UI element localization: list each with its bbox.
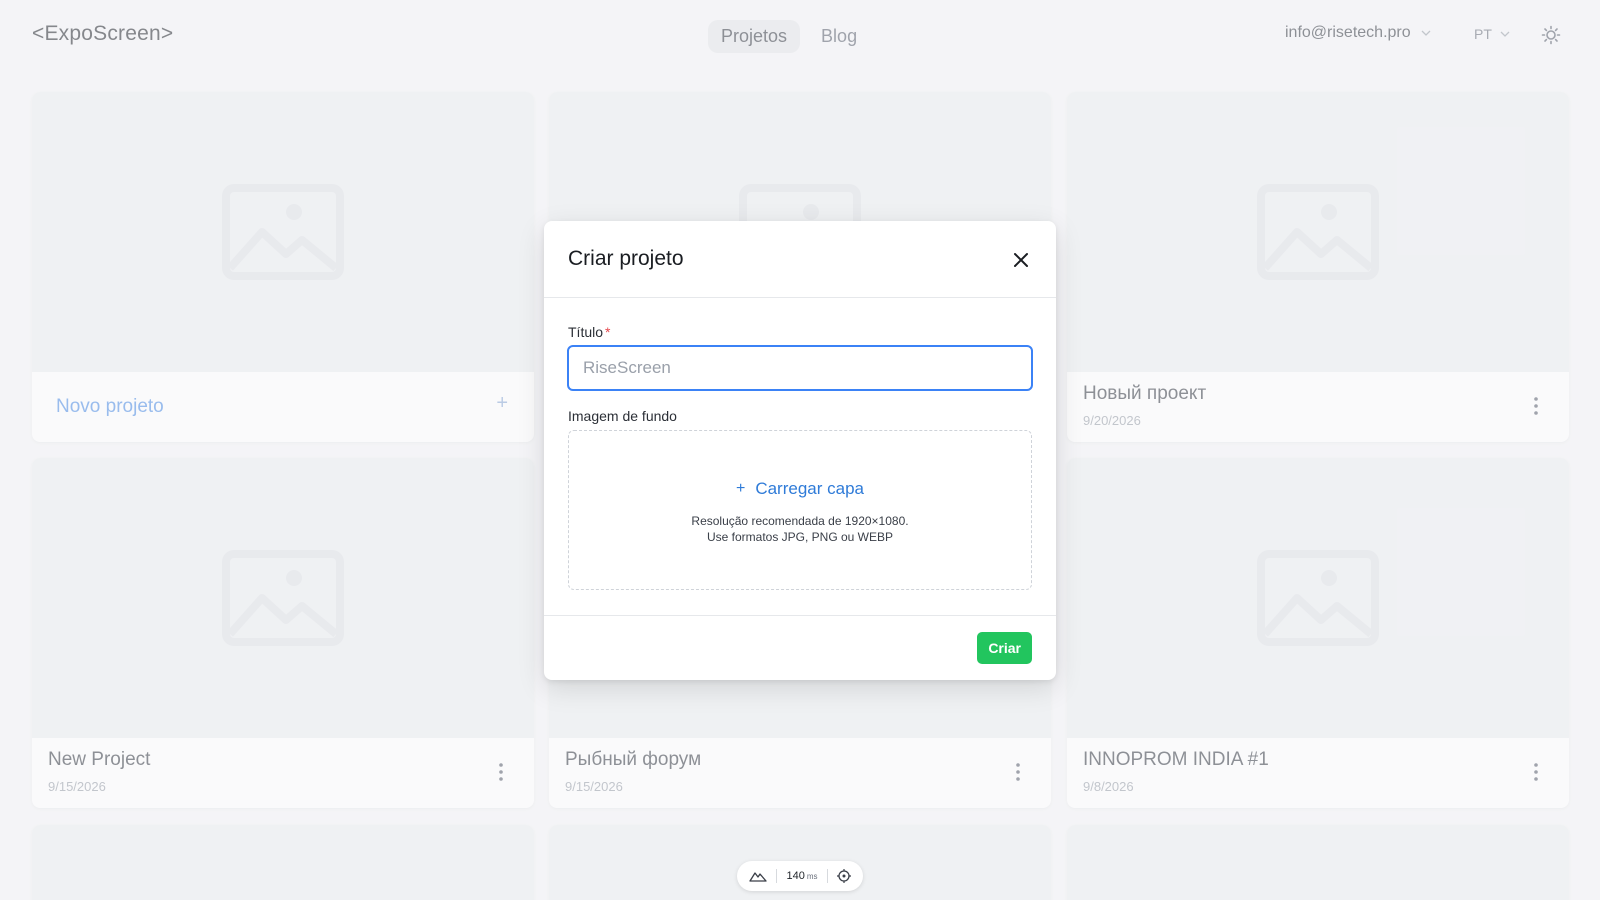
latency-readout: 140 ms	[786, 870, 817, 882]
dialog-title: Criar projeto	[568, 247, 684, 270]
latency-value: 140	[786, 870, 805, 882]
upload-hint-formats: Use formatos JPG, PNG ou WEBP	[706, 530, 894, 544]
mountain-icon[interactable]	[749, 870, 767, 882]
required-mark: *	[605, 324, 611, 340]
background-image-label: Imagem de fundo	[568, 408, 677, 424]
cover-upload-area[interactable]: + Carregar capa Resolução recomendada de…	[568, 430, 1032, 590]
dialog-header: Criar projeto	[544, 221, 1056, 298]
target-icon[interactable]	[836, 869, 851, 883]
divider	[826, 869, 828, 883]
performance-indicator: 140 ms	[737, 861, 863, 891]
upload-cover-link[interactable]: + Carregar capa	[569, 479, 1031, 499]
dialog-footer: Criar	[544, 615, 1056, 680]
title-label-text: Título	[568, 324, 604, 340]
divider	[776, 869, 778, 883]
upload-hint-resolution: Resolução recomendada de 1920×1080.	[691, 514, 909, 528]
upload-cover-label: Carregar capa	[755, 479, 864, 498]
create-button[interactable]: Criar	[977, 632, 1032, 664]
plus-icon: +	[735, 480, 746, 497]
close-icon[interactable]	[1012, 251, 1030, 269]
upload-hint: Resolução recomendada de 1920×1080. Use …	[569, 513, 1031, 545]
latency-unit: ms	[806, 872, 818, 881]
title-field-label: Título *	[568, 324, 610, 340]
title-input[interactable]	[567, 345, 1033, 391]
